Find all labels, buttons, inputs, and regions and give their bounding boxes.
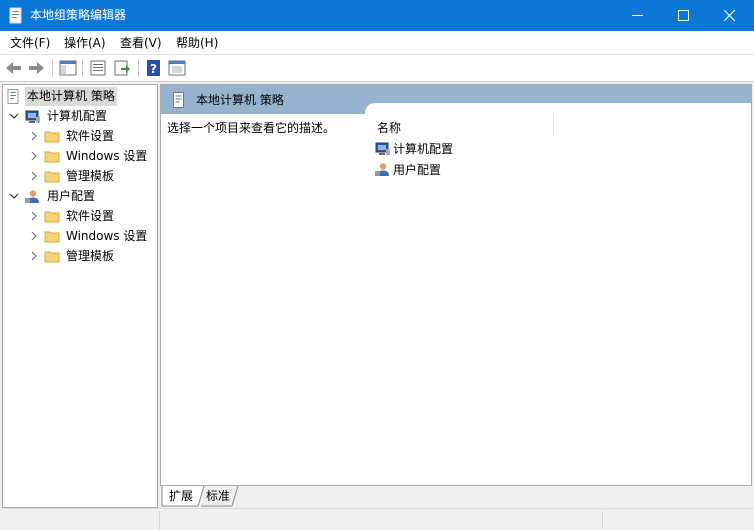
list-item-label: 计算机配置	[393, 142, 454, 156]
tree-root[interactable]: 本地计算机 策略	[3, 87, 157, 106]
tree-pane: 本地计算机 策略 计算机配置 软件设置 Windows 设置 管理模板 用户配置…	[2, 84, 158, 508]
export-list-icon	[114, 60, 130, 76]
policy-document-icon	[173, 92, 184, 108]
chevron-right-icon[interactable]	[29, 151, 39, 161]
tree-item-user-windows-settings[interactable]: Windows 设置	[3, 227, 157, 246]
tree-label: 计算机配置	[47, 109, 108, 123]
menu-action[interactable]: 操作(A)	[64, 35, 106, 51]
chevron-right-icon[interactable]	[29, 251, 39, 261]
chevron-down-icon[interactable]	[9, 111, 19, 121]
policy-document-icon	[9, 7, 22, 24]
close-icon	[724, 10, 735, 21]
close-button[interactable]	[707, 0, 753, 31]
tree-label: 管理模板	[66, 169, 115, 183]
tree-item-computer-config[interactable]: 计算机配置	[3, 107, 157, 126]
details-title: 本地计算机 策略	[196, 93, 284, 107]
details-pane: 本地计算机 策略 选择一个项目来查看它的描述。 名称 计算机配置 用户配置	[160, 84, 752, 486]
properties-icon	[90, 60, 106, 76]
title-bar: 本地组策略编辑器	[0, 0, 754, 31]
properties-button[interactable]	[88, 58, 108, 78]
description-text: 选择一个项目来查看它的描述。	[167, 121, 336, 135]
toolbar-separator	[52, 59, 53, 77]
folder-icon	[44, 171, 60, 183]
user-icon	[25, 190, 39, 203]
forward-button[interactable]	[26, 58, 46, 78]
menu-file[interactable]: 文件(F)	[10, 35, 50, 51]
computer-icon	[25, 110, 40, 123]
tree-label: 管理模板	[66, 249, 115, 263]
toolbar-separator	[82, 59, 83, 77]
tree-item-computer-admin-templates[interactable]: 管理模板	[3, 167, 157, 186]
tree-item-computer-windows-settings[interactable]: Windows 设置	[3, 147, 157, 166]
column-divider[interactable]	[553, 114, 554, 136]
tree-label: 用户配置	[47, 189, 96, 203]
toolbar: ?	[0, 55, 754, 82]
tree-item-user-software-settings[interactable]: 软件设置	[3, 207, 157, 226]
chevron-right-icon[interactable]	[29, 231, 39, 241]
chevron-right-icon[interactable]	[29, 211, 39, 221]
tree-label: 软件设置	[66, 129, 115, 143]
list-item-label: 用户配置	[393, 163, 442, 177]
maximize-icon	[678, 10, 689, 21]
window-title: 本地组策略编辑器	[30, 8, 127, 22]
show-hide-tree-icon	[59, 60, 77, 76]
menu-bar: 文件(F) 操作(A) 查看(V) 帮助(H)	[0, 31, 754, 55]
column-name-header[interactable]: 名称	[377, 119, 401, 136]
show-hide-tree-button[interactable]	[58, 58, 78, 78]
folder-icon	[44, 151, 60, 163]
folder-icon	[44, 211, 60, 223]
policy-document-icon	[7, 89, 19, 104]
view-tabs: 扩展 标准	[160, 486, 752, 508]
chevron-right-icon[interactable]	[29, 131, 39, 141]
items-list: 名称 计算机配置 用户配置	[365, 103, 751, 485]
show-hide-action-pane-button[interactable]	[167, 58, 187, 78]
tab-extended[interactable]: 扩展	[169, 486, 193, 506]
chevron-right-icon[interactable]	[29, 171, 39, 181]
tree-item-user-admin-templates[interactable]: 管理模板	[3, 247, 157, 266]
tab-standard[interactable]: 标准	[206, 486, 230, 506]
back-button[interactable]	[4, 58, 24, 78]
show-hide-action-pane-icon	[168, 60, 186, 76]
user-icon	[375, 163, 389, 176]
minimize-icon	[632, 15, 643, 16]
folder-icon	[44, 231, 60, 243]
minimize-button[interactable]	[615, 0, 661, 31]
back-icon	[6, 62, 21, 74]
status-separator	[159, 511, 160, 529]
tree-label: Windows 设置	[66, 229, 148, 243]
folder-icon	[44, 251, 60, 263]
column-header: 名称	[365, 103, 751, 139]
status-separator	[602, 511, 603, 529]
tree-label: Windows 设置	[66, 149, 148, 163]
forward-icon	[29, 62, 44, 74]
computer-icon	[375, 142, 390, 155]
tree-label: 软件设置	[66, 209, 115, 223]
toolbar-separator	[138, 59, 139, 77]
svg-text:?: ?	[150, 62, 157, 76]
chevron-down-icon[interactable]	[9, 191, 19, 201]
menu-view[interactable]: 查看(V)	[120, 35, 162, 51]
help-icon: ?	[147, 60, 160, 76]
maximize-button[interactable]	[661, 0, 707, 31]
status-bar	[0, 508, 754, 530]
tree-item-computer-software-settings[interactable]: 软件设置	[3, 127, 157, 146]
tree-item-user-config[interactable]: 用户配置	[3, 187, 157, 206]
tree-label: 本地计算机 策略	[25, 87, 117, 106]
folder-icon	[44, 131, 60, 143]
menu-help[interactable]: 帮助(H)	[176, 35, 218, 51]
export-list-button[interactable]	[112, 58, 132, 78]
help-button[interactable]: ?	[144, 58, 164, 78]
